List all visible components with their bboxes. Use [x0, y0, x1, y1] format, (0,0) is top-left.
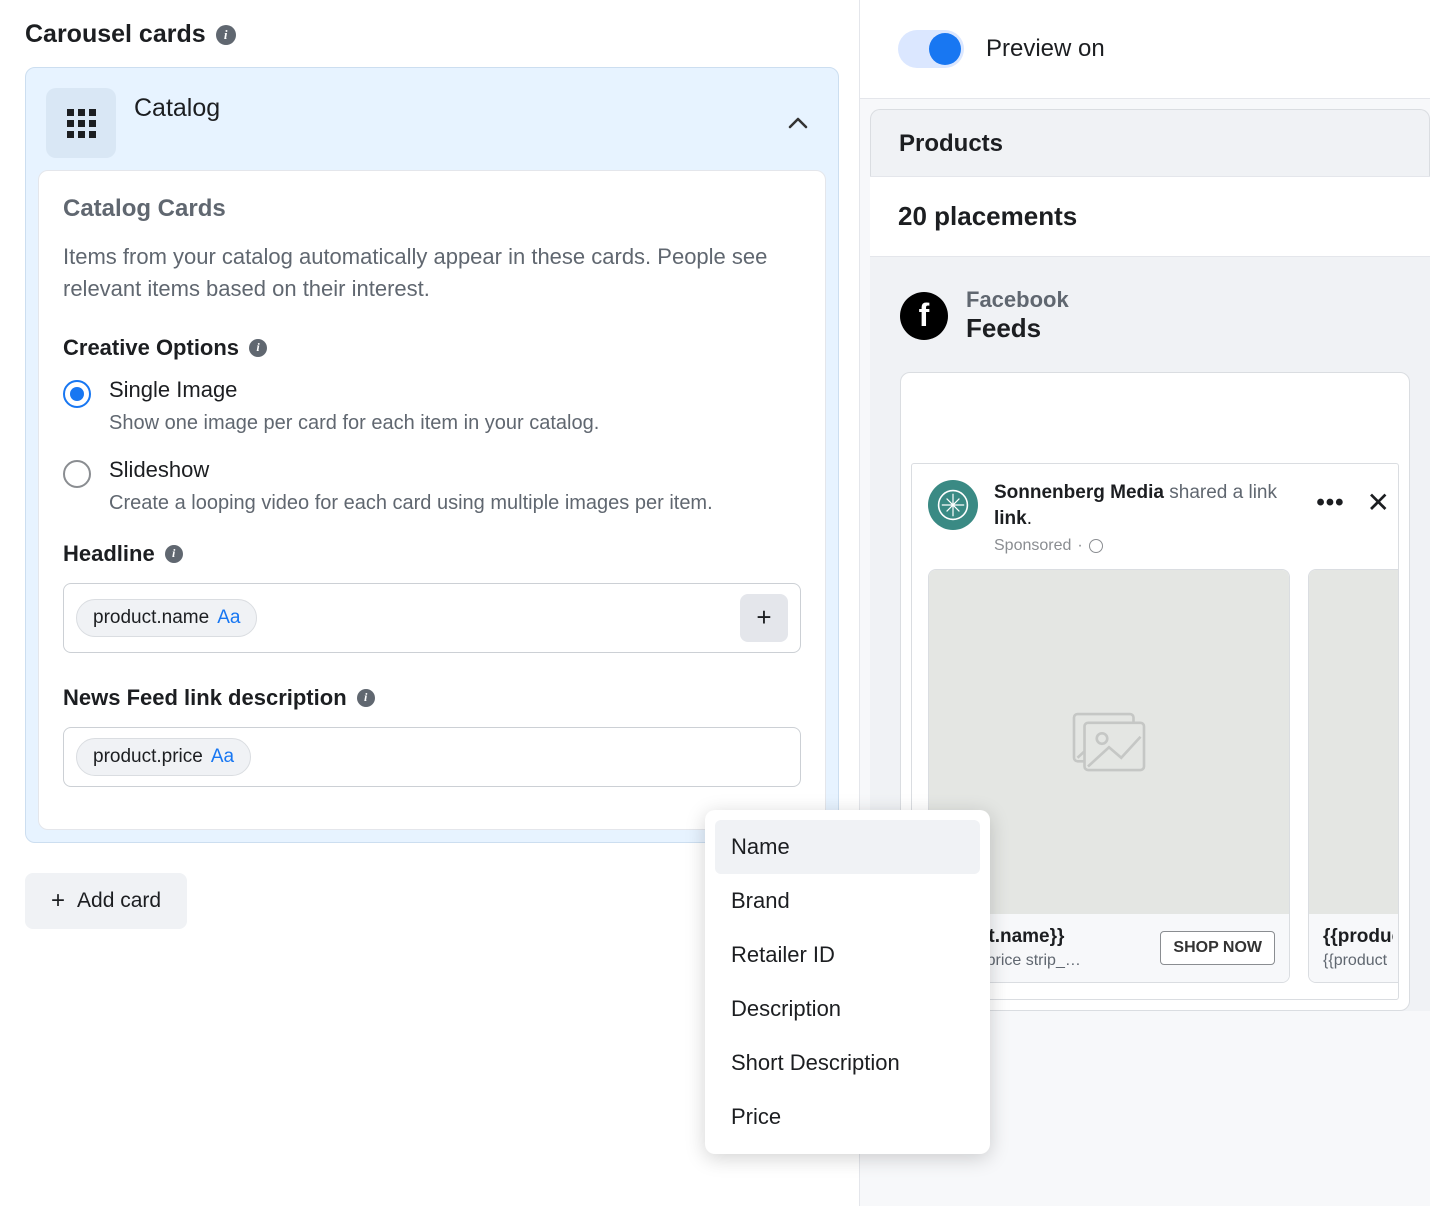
radio-desc: Create a looping video for each card usi…: [109, 489, 801, 517]
catalog-card: Catalog Catalog Cards Items from your ca…: [25, 67, 839, 843]
card-image-placeholder: [1309, 570, 1398, 914]
section-title-text: Carousel cards: [25, 20, 206, 49]
creative-options-group: Single Image Show one image per card for…: [63, 377, 801, 517]
info-icon[interactable]: i: [216, 25, 236, 45]
close-icon[interactable]: ✕: [1367, 486, 1390, 519]
catalog-body: Catalog Cards Items from your catalog au…: [38, 170, 826, 830]
add-card-button[interactable]: + Add card: [25, 873, 187, 929]
ad-header: Sonnenberg Media shared a link link. Spo…: [912, 464, 1398, 569]
products-tab[interactable]: Products: [870, 109, 1430, 176]
more-icon[interactable]: •••: [1316, 497, 1344, 509]
headline-input[interactable]: product.name Aa +: [63, 583, 801, 653]
platform-name: Facebook: [966, 287, 1069, 313]
globe-icon: [1089, 539, 1103, 553]
carousel-card-peek[interactable]: {{produc {{product: [1308, 569, 1398, 983]
info-icon[interactable]: i: [249, 339, 267, 357]
description-input[interactable]: product.price Aa: [63, 727, 801, 787]
radio-button-unchecked[interactable]: [63, 460, 91, 488]
radio-button-checked[interactable]: [63, 380, 91, 408]
dropdown-item-description[interactable]: Description: [715, 982, 980, 1036]
catalog-header[interactable]: Catalog: [38, 80, 826, 170]
facebook-icon: f: [900, 292, 948, 340]
radio-desc: Show one image per card for each item in…: [109, 409, 801, 437]
info-icon[interactable]: i: [357, 689, 375, 707]
card-subtitle: {{product: [1323, 952, 1393, 970]
info-icon[interactable]: i: [165, 545, 183, 563]
catalog-cards-heading: Catalog Cards: [63, 195, 801, 223]
preview-toggle[interactable]: [898, 30, 964, 68]
add-headline-button[interactable]: +: [740, 594, 788, 642]
creative-options-label: Creative Options i: [63, 335, 801, 361]
ad-head-text: Sonnenberg Media shared a link link. Spo…: [994, 480, 1300, 557]
catalog-grid-icon: [46, 88, 116, 158]
radio-single-image[interactable]: Single Image Show one image per card for…: [63, 377, 801, 437]
card-footer: {{produc {{product: [1309, 914, 1398, 982]
ad-action-text: shared a link: [1164, 482, 1277, 503]
ad-sponsored: Sponsored ·: [994, 535, 1300, 557]
placement-name: Feeds: [966, 313, 1069, 344]
dropdown-item-price[interactable]: Price: [715, 1090, 980, 1144]
section-title: Carousel cards i: [25, 20, 839, 49]
headline-label: Headline i: [63, 541, 801, 567]
headline-token[interactable]: product.name Aa: [76, 599, 257, 637]
radio-title: Slideshow: [109, 457, 801, 483]
card-title: {{produc: [1323, 926, 1393, 948]
dropdown-item-name[interactable]: Name: [715, 820, 980, 874]
field-dropdown: Name Brand Retailer ID Description Short…: [705, 810, 990, 1154]
dropdown-item-brand[interactable]: Brand: [715, 874, 980, 928]
avatar: [928, 480, 978, 530]
catalog-header-title: Catalog: [134, 94, 770, 123]
dropdown-item-retailer-id[interactable]: Retailer ID: [715, 928, 980, 982]
plus-icon: +: [51, 887, 65, 915]
placements-count: 20 placements: [870, 176, 1430, 257]
description-label: News Feed link description i: [63, 685, 801, 711]
dropdown-item-short-description[interactable]: Short Description: [715, 1036, 980, 1090]
radio-title: Single Image: [109, 377, 801, 403]
chevron-up-icon[interactable]: [788, 112, 808, 135]
preview-toggle-label: Preview on: [986, 35, 1105, 63]
shop-now-button[interactable]: SHOP NOW: [1160, 931, 1275, 965]
preview-toggle-row: Preview on: [860, 0, 1430, 99]
toggle-knob: [929, 33, 961, 65]
ad-brand-name: Sonnenberg Media: [994, 482, 1164, 503]
description-token[interactable]: product.price Aa: [76, 738, 251, 776]
ad-link-word: link: [994, 508, 1027, 529]
platform-row: f Facebook Feeds: [900, 287, 1430, 344]
catalog-cards-desc: Items from your catalog automatically ap…: [63, 241, 801, 305]
radio-slideshow[interactable]: Slideshow Create a looping video for eac…: [63, 457, 801, 517]
